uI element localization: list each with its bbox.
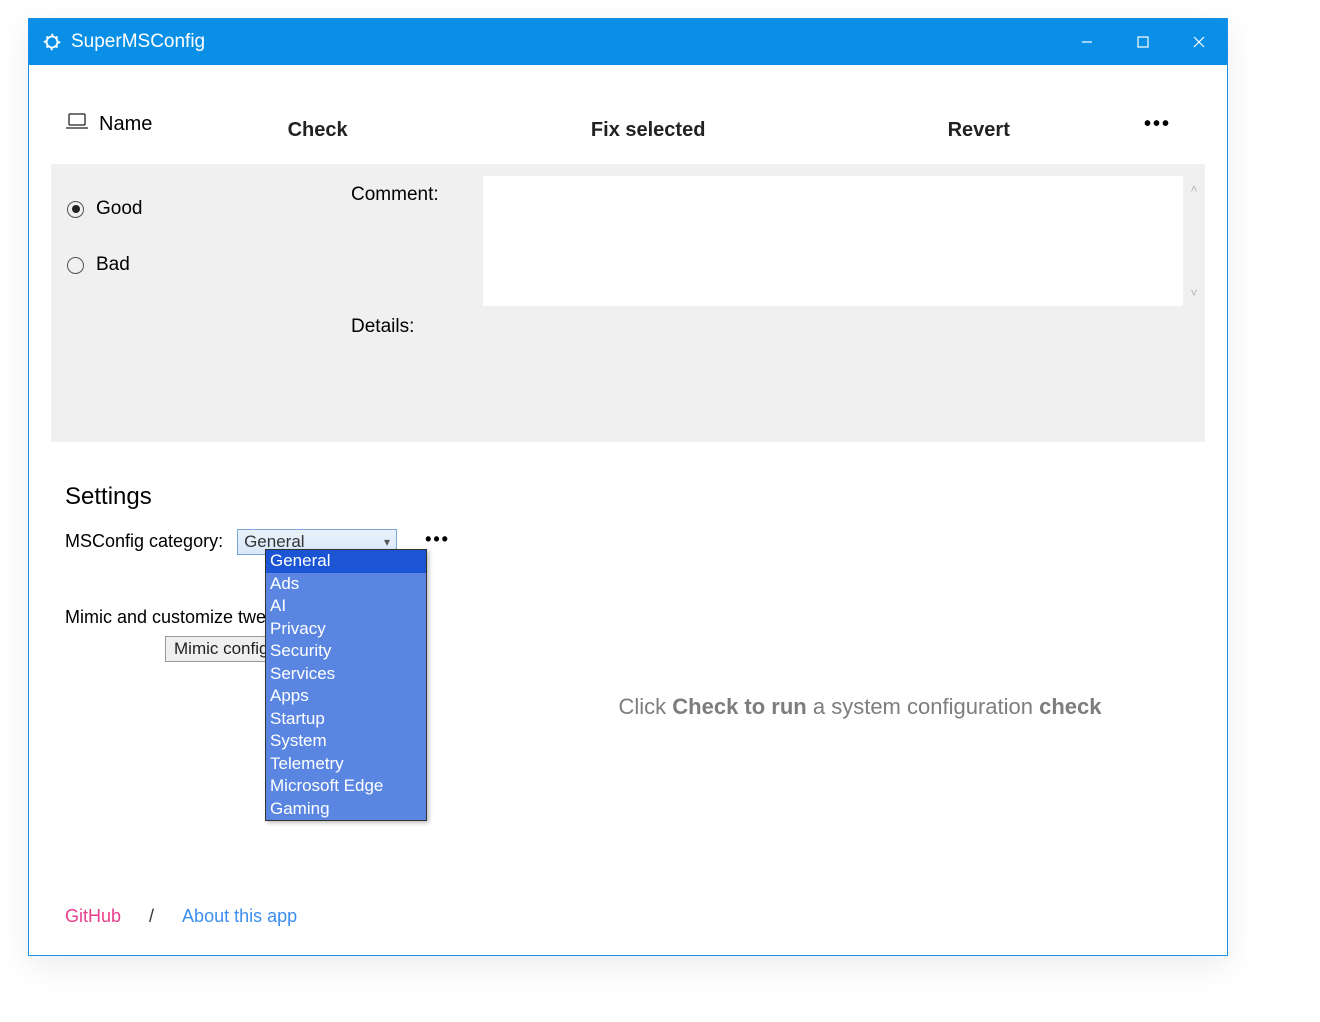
radio-good-label: Good (96, 198, 142, 220)
dropdown-option[interactable]: Gaming (266, 798, 426, 821)
fix-selected-button[interactable]: Fix selected (483, 119, 814, 142)
dropdown-option[interactable]: Security (266, 640, 426, 663)
dropdown-option[interactable]: Ads (266, 573, 426, 596)
app-window: SuperMSConfig Name Check Fix selected Re… (28, 18, 1228, 956)
mimic-config-button[interactable]: Mimic config (165, 636, 277, 662)
category-dropdown[interactable]: General Ads AI Privacy Security Services… (265, 549, 427, 821)
radio-bad-label: Bad (96, 254, 130, 276)
dropdown-option[interactable]: AI (266, 595, 426, 618)
dropdown-option[interactable]: Startup (266, 708, 426, 731)
close-button[interactable] (1171, 19, 1227, 65)
minimize-button[interactable] (1059, 19, 1115, 65)
main-content-panel: Click Check to run a system configuratio… (515, 477, 1205, 937)
laptop-icon (65, 112, 89, 138)
category-label: MSConfig category: (65, 529, 223, 552)
dropdown-option[interactable]: General (266, 550, 426, 573)
comment-label: Comment: (351, 184, 439, 206)
scroll-up-icon[interactable]: ˄ (1190, 182, 1197, 196)
chevron-down-icon: ▾ (384, 535, 390, 549)
settings-panel: Settings MSConfig category: General ▾ ••… (51, 477, 481, 937)
comment-textarea[interactable] (483, 176, 1195, 306)
dropdown-option[interactable]: System (266, 730, 426, 753)
footer-separator: / (149, 906, 154, 927)
category-more-button[interactable]: ••• (425, 529, 450, 550)
placeholder-message: Click Check to run a system configuratio… (619, 694, 1102, 720)
dropdown-option[interactable]: Telemetry (266, 753, 426, 776)
dropdown-option[interactable]: Services (266, 663, 426, 686)
window-title: SuperMSConfig (71, 31, 205, 53)
settings-heading: Settings (65, 483, 467, 511)
about-link[interactable]: About this app (182, 906, 297, 927)
dropdown-option[interactable]: Privacy (266, 618, 426, 641)
main-toolbar: Name Check Fix selected Revert ••• (51, 87, 1205, 164)
github-link[interactable]: GitHub (65, 906, 121, 927)
dropdown-option[interactable]: Microsoft Edge (266, 775, 426, 798)
toolbar-more-button[interactable]: ••• (1144, 113, 1175, 136)
maximize-button[interactable] (1115, 19, 1171, 65)
revert-button[interactable]: Revert (813, 119, 1144, 142)
titlebar: SuperMSConfig (29, 19, 1227, 65)
dropdown-option[interactable]: Apps (266, 685, 426, 708)
name-header: Name (99, 113, 152, 136)
comment-scrollbar[interactable]: ˄ ˅ (1183, 176, 1205, 306)
scroll-down-icon[interactable]: ˅ (1190, 286, 1197, 300)
app-logo-icon (41, 31, 63, 53)
status-area: Good Bad Comment: Details: ˄ ˅ (51, 164, 1205, 442)
check-button[interactable]: Check (152, 119, 483, 142)
details-label: Details: (351, 316, 414, 338)
